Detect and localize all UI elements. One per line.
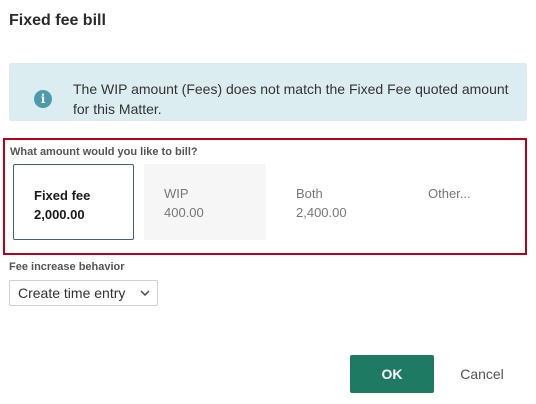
option-fixed-fee[interactable]: Fixed fee 2,000.00 [13, 164, 134, 240]
bill-amount-section: What amount would you like to bill? Fixe… [3, 138, 527, 255]
option-wip[interactable]: WIP 400.00 [144, 164, 266, 240]
option-label: WIP [164, 186, 189, 201]
bill-amount-question: What amount would you like to bill? [10, 146, 198, 158]
fixed-fee-bill-dialog: Fixed fee bill i The WIP amount (Fees) d… [0, 0, 536, 404]
info-message: The WIP amount (Fees) does not match the… [73, 81, 509, 117]
option-label: Both [296, 186, 323, 201]
option-value: 2,000.00 [34, 207, 85, 222]
fee-increase-select[interactable]: Create time entry [9, 280, 158, 306]
dialog-title: Fixed fee bill [9, 12, 106, 29]
option-both[interactable]: Both 2,400.00 [276, 164, 398, 240]
chevron-down-icon [140, 290, 150, 296]
ok-button[interactable]: OK [350, 355, 434, 393]
fee-increase-label: Fee increase behavior [9, 261, 125, 273]
option-label: Fixed fee [34, 188, 91, 203]
info-icon: i [34, 90, 52, 108]
option-value: 400.00 [164, 205, 204, 220]
option-value: 2,400.00 [296, 205, 347, 220]
cancel-button[interactable]: Cancel [446, 355, 518, 393]
option-label: Other... [428, 186, 471, 201]
info-banner: i The WIP amount (Fees) does not match t… [9, 63, 527, 121]
option-other[interactable]: Other... [408, 164, 518, 240]
fee-increase-value: Create time entry [18, 285, 126, 301]
